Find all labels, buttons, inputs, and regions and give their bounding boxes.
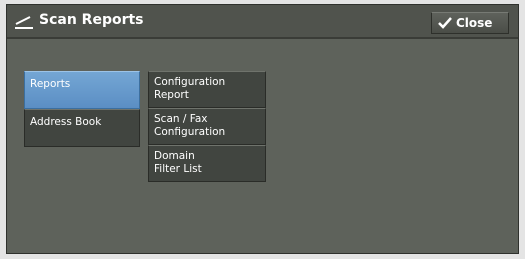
menu-item-reports[interactable]: Reports bbox=[24, 71, 140, 109]
close-button[interactable]: Close bbox=[431, 12, 509, 34]
scan-edit-icon bbox=[15, 16, 33, 29]
domain-filter-list-button[interactable]: Domain Filter List bbox=[148, 145, 266, 182]
menu-item-address-book[interactable]: Address Book bbox=[24, 109, 140, 147]
title-bar: Scan Reports Close bbox=[7, 5, 518, 39]
button-label-line1: Domain bbox=[154, 150, 195, 162]
checkmark-icon bbox=[438, 17, 452, 29]
menu-item-label: Reports bbox=[30, 78, 71, 90]
page-title: Scan Reports bbox=[39, 12, 144, 28]
button-label-line2: Filter List bbox=[154, 163, 202, 175]
button-label-line2: Report bbox=[154, 89, 189, 101]
button-label-line1: Configuration bbox=[154, 76, 226, 88]
configuration-report-button[interactable]: Configuration Report bbox=[148, 71, 266, 108]
scan-fax-configuration-button[interactable]: Scan / Fax Configuration bbox=[148, 108, 266, 145]
button-label-line2: Configuration bbox=[154, 126, 226, 138]
menu-item-label: Address Book bbox=[30, 116, 102, 128]
close-label: Close bbox=[456, 16, 493, 30]
button-label-line1: Scan / Fax bbox=[154, 113, 208, 125]
scan-reports-panel: Scan Reports Close Reports Address Book … bbox=[6, 4, 519, 254]
